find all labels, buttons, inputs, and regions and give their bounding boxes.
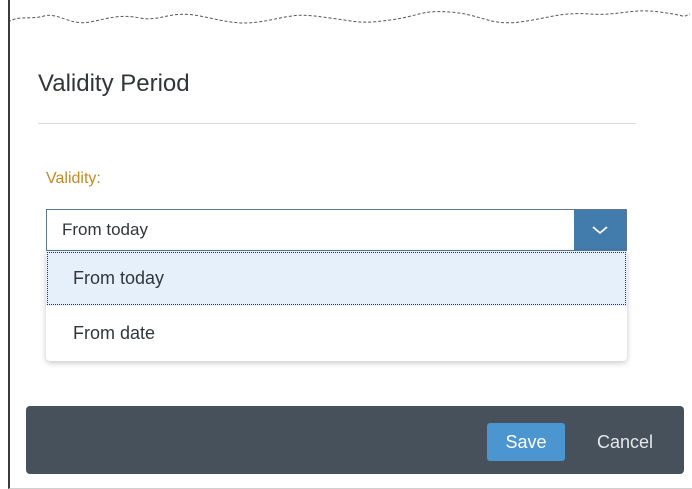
validity-select[interactable]: From today [46,209,627,251]
title-divider [38,123,636,124]
validity-options-list: From today From date [46,251,627,361]
validity-label: Validity: [46,170,101,187]
validity-period-dialog: Validity Period Validity: From today Fro… [8,0,692,489]
dialog-footer: Save Cancel [26,406,684,474]
validity-select-value: From today [62,220,148,239]
dialog-title: Validity Period [38,70,190,97]
chevron-down-icon [592,226,608,235]
save-button[interactable]: Save [487,423,565,461]
cancel-button[interactable]: Cancel [577,423,673,461]
option-from-today[interactable]: From today [46,251,627,306]
option-from-date[interactable]: From date [46,306,627,361]
dropdown-button[interactable] [574,210,626,250]
